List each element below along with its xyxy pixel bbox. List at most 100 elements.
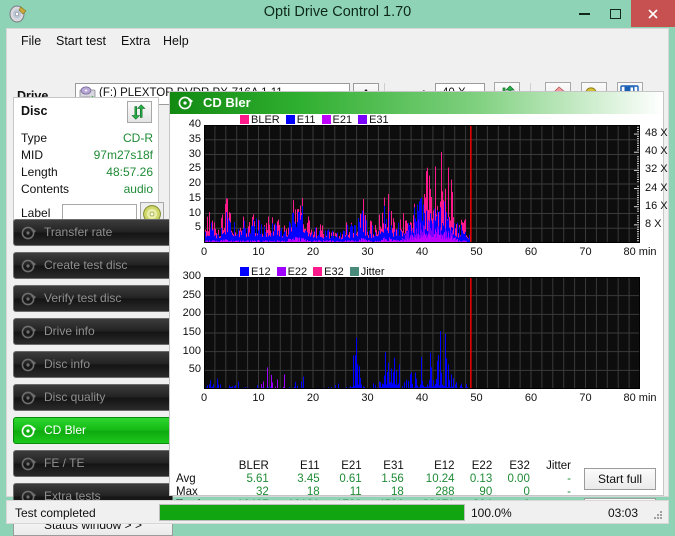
stats-cell: 10.24 [409,473,460,486]
x-axis-tick-label: 10 [236,392,282,404]
refresh-arrows-icon [129,103,148,121]
menu-extra[interactable]: Extra [117,33,154,49]
disc-key-type: Type [21,131,47,145]
y-axis-tick-label: 15 [170,192,201,204]
stats-row-label: Max [176,486,223,499]
y-axis-tick-label: 25 [170,162,201,174]
disc-icon [21,423,37,439]
y-axis-tick-label: 250 [170,289,201,301]
x-axis-tick-label: 40 [399,392,445,404]
legend-swatch-icon [322,115,331,124]
legend-swatch-icon [350,267,359,276]
cd-bler-pane: CD Bler BLERE11E21E31 510152025303540 01… [169,91,664,496]
sidebar-item-cd-bler[interactable]: CD Bler [13,417,173,444]
disc-info-panel: Disc Type CD-R MID 97m27s18f Length 48:5… [13,97,159,237]
x-axis-tick-label: 80 min [617,246,663,258]
stats-cell: 1.56 [367,473,409,486]
stats-cell: 0 [497,486,535,499]
stats-cell: 18 [274,486,325,499]
stats-corner [176,460,223,473]
speed-axis-tick-label: 24 X [645,182,668,194]
stats-cell: 0.00 [497,473,535,486]
y-axis-tick-label: 20 [170,177,201,189]
disc-icon [21,390,37,406]
speed-axis-tick-label: 16 X [645,200,668,212]
stats-cell: - [535,486,576,499]
progress-bar [159,504,465,521]
x-axis-tick-label: 60 [508,392,554,404]
disc-key-contents: Contents [21,182,69,196]
y-axis-tick-label: 300 [170,270,201,282]
sidebar-item-transfer-rate[interactable]: Transfer rate [13,219,173,246]
menu-file[interactable]: File [17,33,45,49]
x-axis-tick-label: 40 [399,246,445,258]
stats-cell: 5.61 [223,473,274,486]
disc-icon [21,258,37,274]
sidebar-label: Verify test disc [44,291,121,305]
stats-col-bler: BLER [223,460,274,473]
sidebar-item-disc-info[interactable]: Disc info [13,351,173,378]
progress-fill [160,505,464,520]
chart-plot-bot [204,277,640,389]
sidebar-label: Transfer rate [44,225,112,239]
stats-cell: 288 [409,486,460,499]
x-axis-tick-label: 10 [236,246,282,258]
speed-axis-tick-label: 8 X [645,218,662,230]
stats-col-e11: E11 [274,460,325,473]
maximize-button[interactable] [600,0,631,27]
stats-cell: 90 [460,486,498,499]
sidebar-label: FE / TE [44,456,84,470]
menu-start-test[interactable]: Start test [52,33,110,49]
sidebar-item-drive-info[interactable]: Drive info [13,318,173,345]
y-axis-tick-label: 35 [170,133,201,145]
sidebar-label: CD Bler [44,423,86,437]
stats-col-e22: E22 [460,460,498,473]
speed-axis-tick-label: 32 X [645,163,668,175]
close-button[interactable] [631,0,675,27]
close-icon [647,8,659,20]
stats-col-jitter: Jitter [535,460,576,473]
legend-swatch-icon [240,115,249,124]
label-field-label: Label [21,206,50,220]
cd-bler-chart: BLERE11E21E31 510152025303540 0102030405… [170,114,663,266]
y-axis-tick-label: 200 [170,307,201,319]
disc-refresh-button[interactable] [127,101,152,123]
disc-value-type: CD-R [123,131,153,145]
stats-cell: 11 [325,486,367,499]
legend-swatch-icon [240,267,249,276]
sidebar-label: Drive info [44,324,95,338]
menu-help[interactable]: Help [159,33,193,49]
elapsed-time: 03:03 [608,506,638,520]
disc-value-length: 48:57.26 [106,165,153,179]
x-axis-tick-label: 20 [290,392,336,404]
disc-value-mid: 97m27s18f [94,148,153,162]
legend-swatch-icon [313,267,322,276]
stats-col-e31: E31 [367,460,409,473]
title-bar: Opti Drive Control 1.70 [0,0,675,28]
x-axis-tick-label: 80 min [617,392,663,404]
sidebar-item-fe-te[interactable]: FE / TE [13,450,173,477]
start-full-button[interactable]: Start full [584,468,656,490]
stats-col-e32: E32 [497,460,535,473]
minimize-button[interactable] [569,0,600,27]
sidebar-item-verify-test-disc[interactable]: Verify test disc [13,285,173,312]
pane-header: CD Bler [170,92,663,114]
y-axis-tick-label: 5 [170,221,201,233]
stats-cell: - [535,473,576,486]
pane-title: CD Bler [203,95,251,110]
x-axis-tick-label: 70 [563,392,609,404]
status-bar: Test completed 100.0% 03:03 [6,500,669,524]
sidebar-item-create-test-disc[interactable]: Create test disc [13,252,173,279]
disc-panel-title: Disc [21,104,47,118]
y-axis-tick-label: 10 [170,207,201,219]
legend-swatch-icon [277,267,286,276]
sidebar-item-disc-quality[interactable]: Disc quality [13,384,173,411]
stats-header-row: BLER E11 E21 E31 E12 E22 E32 Jitter [176,460,576,473]
x-axis-tick-label: 50 [454,392,500,404]
x-axis-tick-label: 30 [345,392,391,404]
stats-cell: 0.61 [325,473,367,486]
status-message: Test completed [15,506,96,520]
e12-chart: E12E22E32Jitter 50100150200250300 010203… [170,266,663,414]
resize-grip-icon[interactable] [652,508,664,520]
disc-icon [21,291,37,307]
